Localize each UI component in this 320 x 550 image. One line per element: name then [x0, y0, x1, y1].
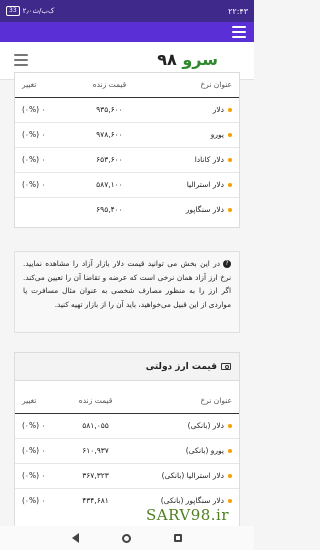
- network-speed: ۲٫۰ک‌ب/ث: [22, 7, 55, 15]
- rate-name: دلار: [146, 97, 239, 122]
- top-menu-icon[interactable]: [232, 26, 246, 38]
- rate-change: (۰%) ۰: [22, 421, 46, 430]
- home-icon[interactable]: [121, 533, 131, 543]
- col-header-price: قیمت زنده: [72, 73, 147, 98]
- government-rates-table: عنوان نرخ قیمت زنده تغییر دلار (بانکی) ۵…: [15, 389, 239, 513]
- bullet-icon: [228, 474, 232, 478]
- rate-name: دلار سنگاپور: [146, 196, 239, 222]
- site-logo[interactable]: سرو ۹۸: [157, 50, 218, 69]
- bullet-icon: [228, 133, 232, 137]
- system-nav-bar: [0, 526, 254, 550]
- table-row: دلار (بانکی) ۵۸۱,۰۵۵ (۰%) ۰: [15, 413, 239, 438]
- back-icon[interactable]: [71, 533, 79, 543]
- rate-change: (۰%) ۰: [15, 487, 65, 513]
- col-header-name: عنوان نرخ: [146, 73, 239, 98]
- bullet-icon: [228, 108, 232, 112]
- rate-change: (۰%) ۰: [15, 171, 73, 197]
- rate-change: (۰%) ۰: [15, 121, 73, 147]
- rate-name: دلار استرالیا (بانکی): [126, 462, 239, 488]
- rate-price: ۵۸۱,۰۵۵: [82, 421, 109, 430]
- rate-name: یورو: [146, 121, 239, 147]
- battery-icon: 33: [6, 6, 20, 16]
- status-bar: 33 ۲٫۰ک‌ب/ث ۲۲:۴۳: [0, 0, 254, 22]
- watermark: SARV98.ir: [146, 506, 230, 524]
- rate-name: دلار (بانکی): [127, 413, 239, 438]
- rate-change: [15, 196, 73, 222]
- rate-price: ۶۹۵,۴۰۰: [72, 196, 147, 222]
- table-row: دلار استرالیا (بانکی) ۳۶۷,۳۲۳ (۰%) ۰: [15, 462, 239, 488]
- col-header-name: عنوان نرخ: [126, 389, 239, 414]
- col-header-change: تغییر: [15, 73, 73, 98]
- logo-number: ۹۸: [157, 50, 177, 69]
- bullet-icon: [228, 158, 232, 162]
- col-header-price: قیمت زنده: [64, 389, 127, 414]
- free-market-table-card: عنوان نرخ قیمت زنده تغییر دلار ۹۳۵,۶۰۰ (…: [14, 72, 240, 228]
- rate-price: ۵۸۷,۱۰۰: [72, 171, 147, 197]
- rate-change: (۰%) ۰: [15, 146, 73, 172]
- rate-name: دلار کانادا: [146, 146, 239, 172]
- status-left: 33 ۲٫۰ک‌ب/ث: [6, 6, 54, 16]
- table-row: دلار کانادا ۶۵۳,۶۰۰ (۰%) ۰: [15, 146, 239, 172]
- app-top-bar: [0, 22, 254, 42]
- recent-apps-icon[interactable]: [174, 534, 183, 542]
- free-market-rates-table: عنوان نرخ قیمت زنده تغییر دلار ۹۳۵,۶۰۰ (…: [15, 73, 239, 222]
- rate-change: (۰%) ۰: [15, 437, 65, 463]
- logo-text: سرو: [182, 50, 218, 69]
- table-row: دلار سنگاپور ۶۹۵,۴۰۰: [15, 196, 239, 222]
- rate-price: ۶۵۳,۶۰۰: [72, 146, 147, 172]
- table-row: دلار استرالیا ۵۸۷,۱۰۰ (۰%) ۰: [15, 171, 239, 197]
- bullet-icon: [228, 499, 232, 504]
- rate-price: ۹۷۸,۶۰۰: [72, 121, 147, 147]
- table-row: یورو (بانکی) ۶۱۰,۹۳۷ (۰%) ۰: [15, 437, 239, 463]
- rate-name: دلار استرالیا: [146, 171, 239, 197]
- rate-price: ۴۳۴,۶۸۱: [64, 487, 127, 513]
- rate-change: (۰%) ۰: [15, 462, 65, 488]
- bullet-icon: [228, 449, 232, 453]
- rate-price: ۶۱۰,۹۳۷: [64, 437, 127, 463]
- clock: ۲۲:۴۳: [228, 6, 248, 16]
- bullet-icon: [228, 208, 232, 213]
- government-rates-card: قیمت ارز دولتی عنوان نرخ قیمت زنده تغییر…: [14, 352, 240, 532]
- bullet-icon: [228, 183, 232, 187]
- money-icon: [221, 363, 231, 370]
- bullet-icon: [228, 424, 232, 428]
- free-market-info-note: ?در این بخش می توانید قیمت دلار بازار آز…: [14, 251, 240, 333]
- hamburger-menu-icon[interactable]: [14, 54, 28, 66]
- note-text: در این بخش می توانید قیمت دلار بازار آزا…: [23, 259, 231, 309]
- rate-change: (۰%) ۰: [22, 105, 46, 114]
- section-title: قیمت ارز دولتی: [15, 353, 239, 381]
- rate-price: ۹۳۵,۶۰۰: [96, 105, 123, 114]
- section-title-text: قیمت ارز دولتی: [145, 361, 217, 372]
- table-row: دلار ۹۳۵,۶۰۰ (۰%) ۰: [15, 97, 239, 122]
- question-icon: ?: [223, 260, 231, 268]
- rate-price: ۳۶۷,۳۲۳: [64, 462, 127, 488]
- col-header-change: تغییر: [15, 389, 65, 414]
- rate-name: یورو (بانکی): [126, 437, 239, 463]
- table-row: یورو ۹۷۸,۶۰۰ (۰%) ۰: [15, 121, 239, 147]
